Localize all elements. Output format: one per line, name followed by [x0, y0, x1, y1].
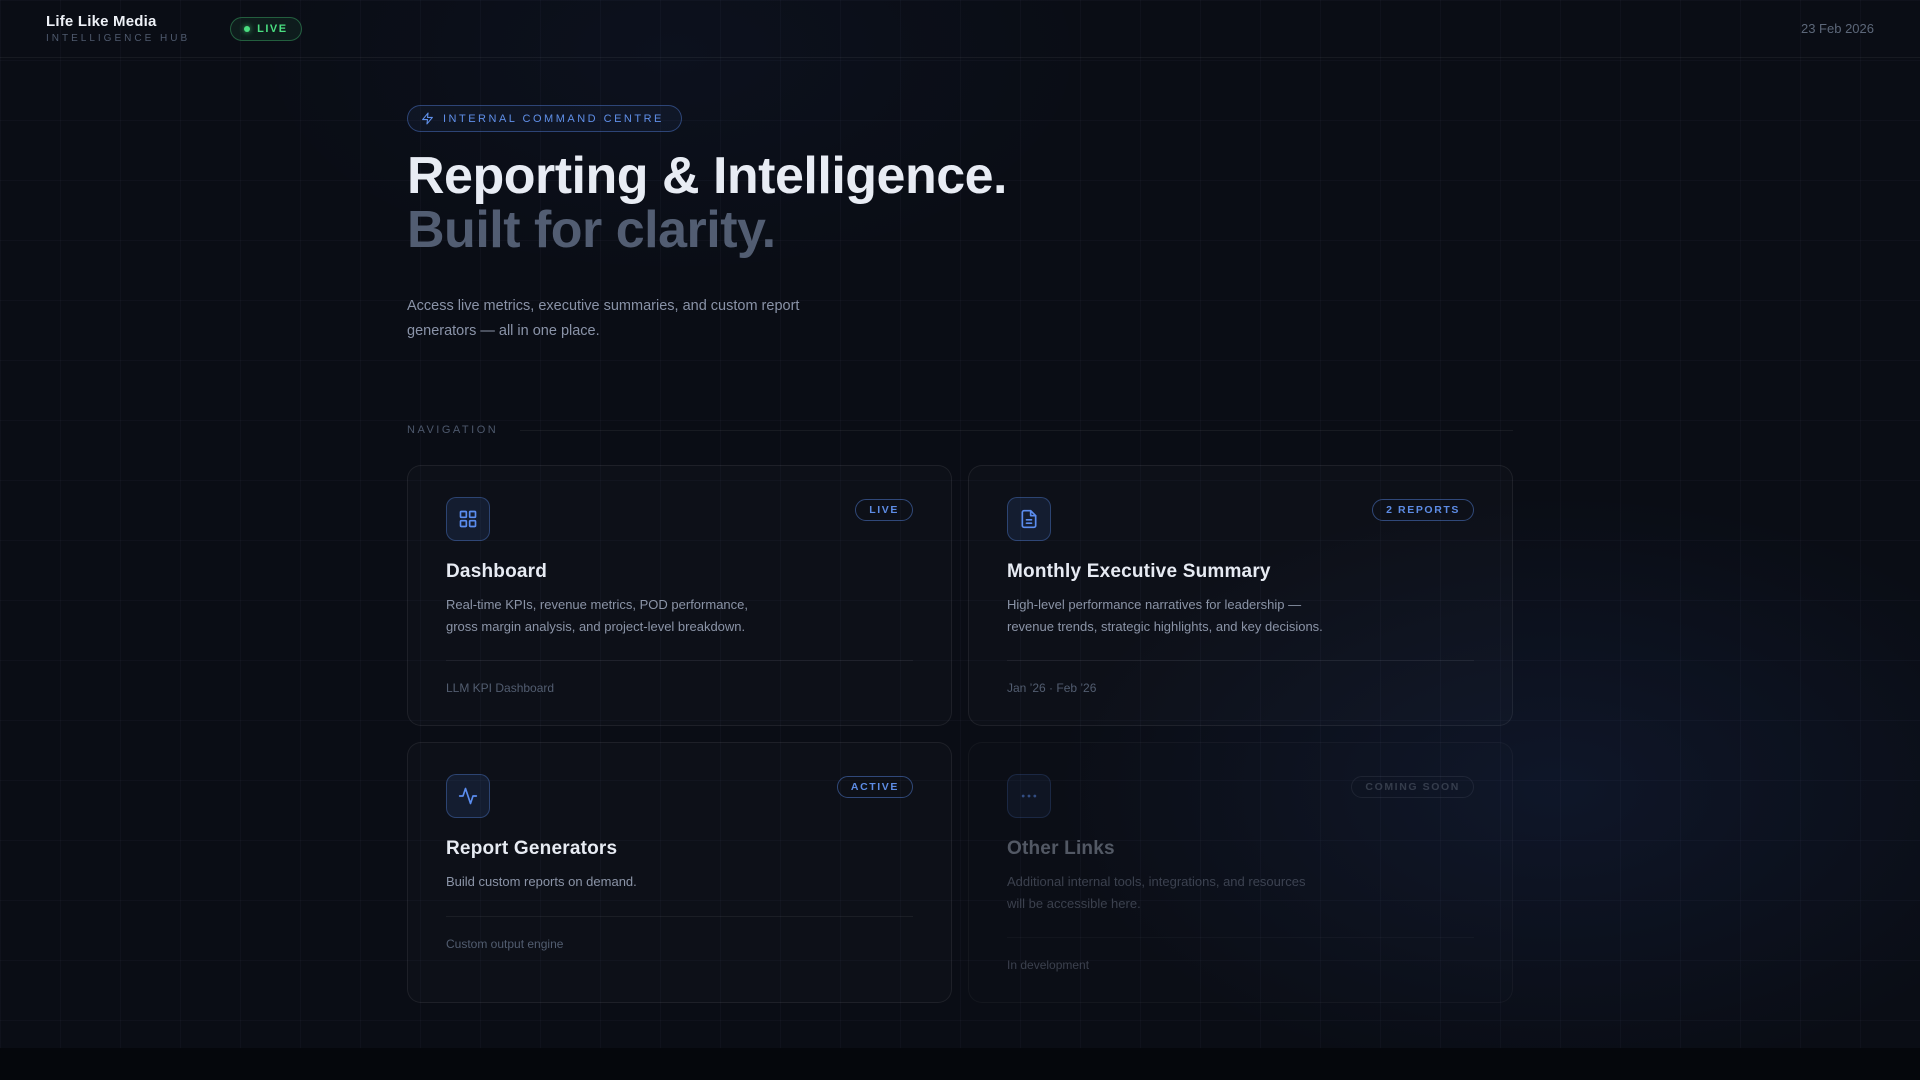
- card-footer-label: In development: [1007, 958, 1090, 973]
- card-description-line: Real-time KPIs, revenue metrics, POD per…: [446, 597, 748, 613]
- card-description: Additional internal tools, integrations,…: [1007, 871, 1474, 914]
- card-description-line: High-level performance narratives for le…: [1007, 597, 1302, 613]
- page-title-line1: Reporting & Intelligence.: [407, 147, 1008, 205]
- top-header: Life Like Media INTELLIGENCE HUB LIVE 23…: [0, 0, 1920, 58]
- document-icon: [1007, 497, 1051, 542]
- card-description-line: Build custom reports on demand.: [446, 874, 637, 890]
- card-title: Monthly Executive Summary: [1007, 561, 1271, 583]
- card-top-row: COMING SOON: [1007, 774, 1474, 819]
- page-subtitle: Access live metrics, executive summaries…: [407, 294, 1513, 344]
- card-description-line: revenue trends, strategic highlights, an…: [1007, 618, 1323, 634]
- status-badge: ACTIVE: [836, 776, 913, 799]
- card-report-generators[interactable]: ACTIVE Report Generators Build custom re…: [407, 742, 952, 1004]
- card-divider: [1007, 660, 1474, 662]
- card-divider: [1007, 937, 1474, 938]
- card-footer-label: Custom output engine: [446, 936, 564, 951]
- card-title: Dashboard: [446, 561, 548, 583]
- navigation-label: NAVIGATION: [407, 424, 499, 437]
- status-badge: COMING SOON: [1351, 776, 1474, 799]
- card-divider: [446, 660, 913, 662]
- card-description: Build custom reports on demand.: [446, 871, 913, 893]
- page-subtitle-line2: generators — all in one place.: [407, 323, 600, 340]
- card-dashboard[interactable]: LIVE Dashboard Real-time KPIs, revenue m…: [407, 465, 952, 727]
- navigation-cards-grid: LIVE Dashboard Real-time KPIs, revenue m…: [407, 465, 1513, 1004]
- command-centre-badge: INTERNAL COMMAND CENTRE: [407, 105, 682, 132]
- card-description-line: gross margin analysis, and project-level…: [446, 618, 746, 634]
- card-description-line: Additional internal tools, integrations,…: [1007, 874, 1306, 890]
- activity-icon: [446, 774, 490, 819]
- card-description-line: will be accessible here.: [1007, 895, 1141, 911]
- page-title: Reporting & Intelligence. Built for clar…: [407, 149, 1513, 257]
- live-dot-icon: [244, 25, 251, 32]
- page-title-line2: Built for clarity.: [407, 201, 776, 260]
- brand: Life Like Media INTELLIGENCE HUB: [46, 13, 190, 44]
- card-top-row: LIVE: [446, 497, 913, 542]
- ellipsis-icon: [1007, 774, 1051, 819]
- zap-icon: [421, 112, 434, 125]
- card-description: High-level performance narratives for le…: [1007, 594, 1474, 637]
- command-centre-label: INTERNAL COMMAND CENTRE: [443, 112, 664, 125]
- card-footer-label: LLM KPI Dashboard: [446, 681, 555, 696]
- card-title: Other Links: [1007, 838, 1115, 860]
- page-subtitle-line1: Access live metrics, executive summaries…: [407, 298, 800, 315]
- status-badge: 2 REPORTS: [1372, 499, 1474, 522]
- card-divider: [446, 915, 913, 917]
- card-other-links: COMING SOON Other Links Additional inter…: [968, 742, 1513, 1003]
- grid-icon: [446, 497, 490, 542]
- live-status-badge: LIVE: [230, 16, 302, 41]
- card-monthly-executive-summary[interactable]: 2 REPORTS Monthly Executive Summary High…: [968, 465, 1513, 727]
- card-footer-label: Jan ’26 · Feb ’26: [1007, 681, 1097, 696]
- card-top-row: ACTIVE: [446, 774, 913, 819]
- main-content: INTERNAL COMMAND CENTRE Reporting & Inte…: [407, 58, 1513, 1004]
- card-description: Real-time KPIs, revenue metrics, POD per…: [446, 594, 913, 637]
- navigation-divider-line: [520, 429, 1513, 431]
- brand-name: Life Like Media: [46, 13, 157, 30]
- card-title: Report Generators: [446, 838, 618, 860]
- card-top-row: 2 REPORTS: [1007, 497, 1474, 542]
- header-date: 23 Feb 2026: [1800, 21, 1874, 36]
- status-badge: LIVE: [855, 499, 913, 522]
- brand-subtitle: INTELLIGENCE HUB: [46, 33, 191, 44]
- footer-bar: [0, 1048, 1920, 1080]
- live-badge-label: LIVE: [257, 22, 288, 35]
- navigation-section-header: NAVIGATION: [407, 424, 1513, 436]
